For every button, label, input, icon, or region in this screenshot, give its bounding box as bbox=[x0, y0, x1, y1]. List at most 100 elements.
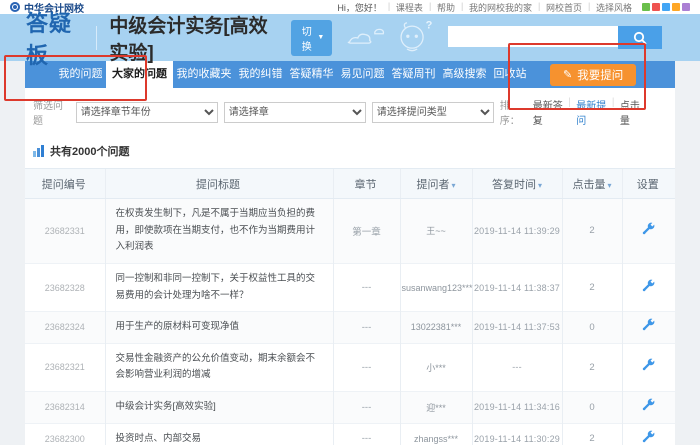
question-title-link[interactable]: 在权责发生制下，凡是不属于当期应当负担的费用，即使款项在当期支付，也不作为当期费… bbox=[105, 199, 333, 264]
column-header[interactable]: 答复时间▾ bbox=[472, 169, 562, 199]
question-settings-button[interactable] bbox=[622, 343, 675, 391]
filter-row: 筛选问题 请选择章节年份 请选择章 请选择提问类型 排序： 最新答复最新提问点击… bbox=[25, 88, 675, 135]
question-asker: 迎*** bbox=[400, 392, 472, 424]
question-settings-button[interactable] bbox=[622, 312, 675, 344]
question-asker: zhangss*** bbox=[400, 423, 472, 445]
mascot-doodle: ? bbox=[346, 17, 448, 59]
tab-label: 我的问题 bbox=[59, 68, 103, 80]
question-chapter: --- bbox=[333, 312, 400, 344]
ask-question-button[interactable]: ✎ 我要提问 bbox=[550, 64, 636, 86]
column-header[interactable]: 提问者▾ bbox=[400, 169, 472, 199]
filter-selects: 请选择章节年份 请选择章 请选择提问类型 bbox=[76, 102, 494, 123]
column-header-label: 答复时间 bbox=[492, 179, 536, 191]
switch-label: 切换 bbox=[299, 23, 314, 53]
tab-label: 答疑周刊 bbox=[392, 68, 436, 80]
filter-select[interactable]: 请选择章节年份 bbox=[76, 102, 218, 123]
question-clicks: 0 bbox=[562, 392, 622, 424]
style-swatch[interactable] bbox=[652, 3, 660, 11]
wrench-icon bbox=[642, 318, 655, 331]
filter-select[interactable]: 请选择章 bbox=[224, 102, 366, 123]
tab-item[interactable]: 我的收藏夹 bbox=[173, 61, 235, 88]
question-title-link[interactable]: 中级会计实务[高效实验] bbox=[105, 392, 333, 424]
column-header[interactable]: 提问编号 bbox=[25, 169, 105, 199]
sort-arrow-icon: ▾ bbox=[451, 181, 455, 190]
sort-option-label: 最新答复 bbox=[533, 101, 563, 127]
sort-option-label: 点击量 bbox=[620, 101, 640, 127]
column-header[interactable]: 提问标题 bbox=[105, 169, 333, 199]
question-settings-button[interactable] bbox=[622, 392, 675, 424]
question-asker: 小*** bbox=[400, 343, 472, 391]
tab-label: 我的收藏夹 bbox=[177, 68, 232, 80]
question-clicks: 2 bbox=[562, 199, 622, 264]
question-settings-button[interactable] bbox=[622, 199, 675, 264]
column-header-label: 提问标题 bbox=[196, 179, 240, 191]
tab-label: 易见问题 bbox=[341, 68, 385, 80]
style-swatch[interactable] bbox=[672, 3, 680, 11]
column-header-label: 设置 bbox=[637, 179, 659, 191]
tab-item[interactable]: 大家的问题 bbox=[106, 61, 173, 88]
question-row: 23682331 在权责发生制下，凡是不属于当期应当负担的费用，即使款项在当期支… bbox=[25, 199, 675, 264]
style-swatch[interactable] bbox=[682, 3, 690, 11]
question-title-link[interactable]: 交易性金融资产的公允价值变动，期末余额会不会影响营业利润的增减 bbox=[105, 343, 333, 391]
question-row: 23682314 中级会计实务[高效实验] --- 迎*** 2019-11-1… bbox=[25, 392, 675, 424]
sort-options: 最新答复最新提问点击量 bbox=[533, 97, 645, 127]
question-title-link[interactable]: 投资时点、内部交易 bbox=[105, 423, 333, 445]
tab-item[interactable]: 答疑精华 bbox=[286, 61, 337, 88]
tab-label: 答疑精华 bbox=[290, 68, 334, 80]
search-input[interactable] bbox=[448, 26, 618, 47]
question-row: 23682324 用于生产的原材料可变现净值 --- 13022381*** 2… bbox=[25, 312, 675, 344]
sort-option-label: 最新提问 bbox=[576, 101, 606, 127]
question-title-link[interactable]: 用于生产的原材料可变现净值 bbox=[105, 312, 333, 344]
topbar-link[interactable]: 选择风格 bbox=[588, 1, 632, 14]
question-id: 23682321 bbox=[25, 343, 105, 391]
question-clicks: 0 bbox=[562, 312, 622, 344]
question-chapter: --- bbox=[333, 343, 400, 391]
question-id: 23682324 bbox=[25, 312, 105, 344]
tab-item[interactable]: 易见问题 bbox=[337, 61, 388, 88]
topbar-link[interactable]: 网校首页 bbox=[538, 1, 582, 14]
search-button[interactable] bbox=[618, 26, 662, 49]
question-clicks: 2 bbox=[562, 423, 622, 445]
tab-item[interactable]: 高级搜索 bbox=[439, 61, 490, 88]
question-id: 23682328 bbox=[25, 263, 105, 311]
column-header[interactable]: 章节 bbox=[333, 169, 400, 199]
questions-table: 提问编号提问标题章节提问者▾答复时间▾点击量▾设置 23682331 在权责发生… bbox=[25, 168, 675, 445]
question-chapter: --- bbox=[333, 423, 400, 445]
sort-option[interactable]: 点击量 bbox=[610, 97, 645, 127]
question-chapter: --- bbox=[333, 263, 400, 311]
question-asker: 13022381*** bbox=[400, 312, 472, 344]
question-reply-time: 2019-11-14 11:39:29 bbox=[472, 199, 562, 264]
column-header[interactable]: 点击量▾ bbox=[562, 169, 622, 199]
topbar: 中华会计网校 Hi，您好！ 课程表帮助我的网校我的家网校首页选择风格 bbox=[0, 0, 700, 14]
style-swatch[interactable] bbox=[642, 3, 650, 11]
question-title-link[interactable]: 同一控制和非同一控制下，关于权益性工具的交易费用的会计处理为啥不一样？ bbox=[105, 263, 333, 311]
sort-label: 排序： bbox=[500, 97, 526, 127]
filter-select[interactable]: 请选择提问类型 bbox=[372, 102, 494, 123]
question-id: 23682314 bbox=[25, 392, 105, 424]
topbar-link[interactable]: 我的网校我的家 bbox=[461, 1, 532, 14]
wrench-icon bbox=[642, 279, 655, 292]
board-header: 答疑板 中级会计实务[高效实验] 切换 ▼ ? bbox=[0, 14, 700, 61]
screen: 中华会计网校 Hi，您好！ 课程表帮助我的网校我的家网校首页选择风格 答疑板 中… bbox=[0, 0, 700, 445]
question-asker: susanwang123*** bbox=[400, 263, 472, 311]
topbar-link[interactable]: 课程表 bbox=[388, 1, 423, 14]
column-header[interactable]: 设置 bbox=[622, 169, 675, 199]
column-header-label: 提问者 bbox=[416, 179, 449, 191]
table-header: 提问编号提问标题章节提问者▾答复时间▾点击量▾设置 bbox=[25, 169, 675, 199]
topbar-link[interactable]: 帮助 bbox=[429, 1, 455, 14]
topbar-links: Hi，您好！ 课程表帮助我的网校我的家网校首页选择风格 bbox=[337, 1, 690, 14]
question-chapter: 第一章 bbox=[333, 199, 400, 264]
course-title: 中级会计实务[高效实验] bbox=[109, 11, 281, 65]
question-settings-button[interactable] bbox=[622, 423, 675, 445]
question-settings-button[interactable] bbox=[622, 263, 675, 311]
wrench-icon bbox=[642, 222, 655, 235]
tab-item[interactable]: 回收站 bbox=[490, 61, 530, 88]
sort-option[interactable]: 最新提问 bbox=[566, 97, 610, 127]
tab-item[interactable]: 答疑周刊 bbox=[388, 61, 439, 88]
sort-option[interactable]: 最新答复 bbox=[533, 97, 567, 127]
style-swatch[interactable] bbox=[662, 3, 670, 11]
tab-item[interactable]: 我的纠错 bbox=[235, 61, 286, 88]
tabbar: 我的问题大家的问题我的收藏夹我的纠错答疑精华易见问题答疑周刊高级搜索回收站 ✎ … bbox=[25, 61, 675, 88]
switch-course-button[interactable]: 切换 ▼ bbox=[291, 20, 332, 56]
board-title: 答疑板 bbox=[26, 6, 84, 70]
